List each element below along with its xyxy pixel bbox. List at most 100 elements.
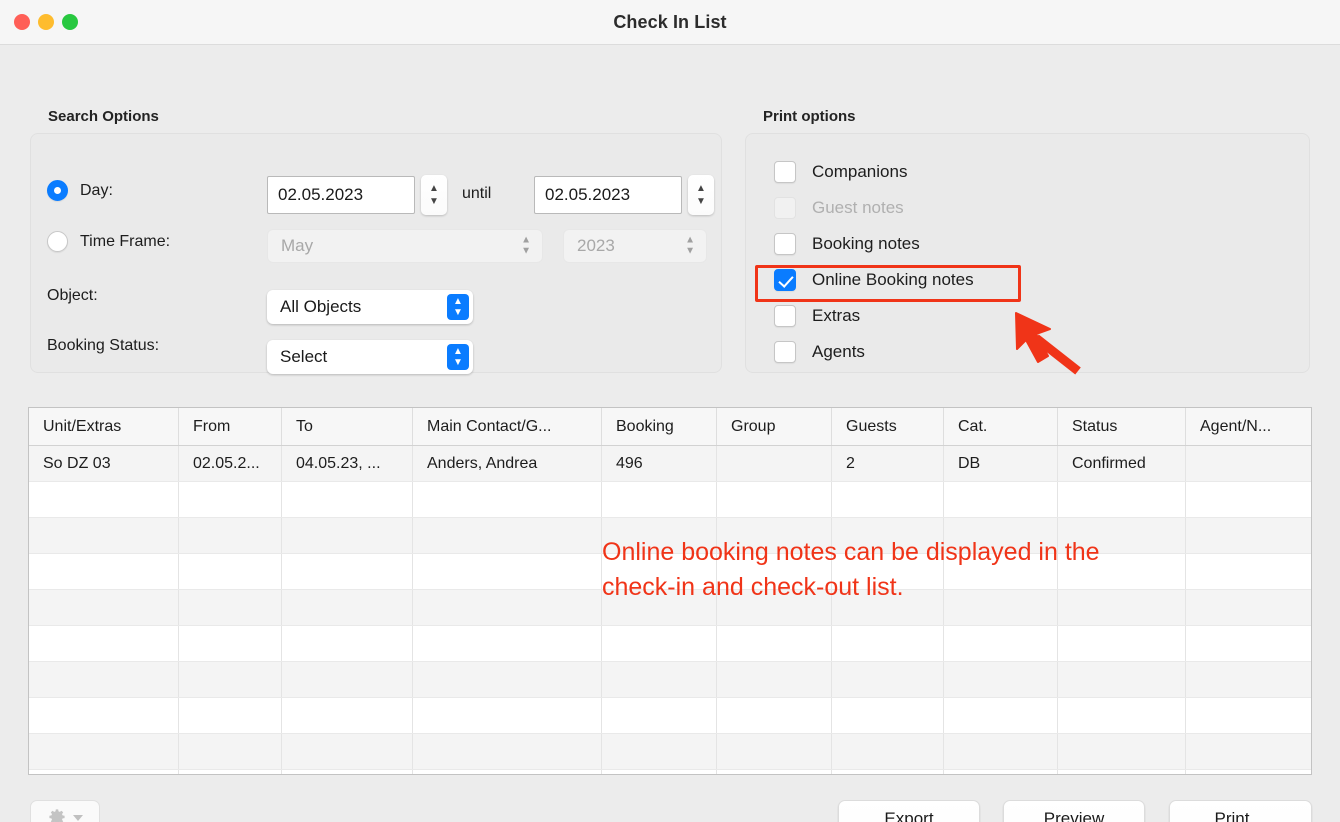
- table-cell-empty: [179, 734, 282, 769]
- date-from-input[interactable]: 02.05.2023: [267, 176, 415, 214]
- table-cell-empty: [282, 482, 413, 517]
- export-button[interactable]: Export: [838, 800, 980, 822]
- table-cell-empty: [282, 734, 413, 769]
- table-cell-empty: [29, 662, 179, 697]
- table-cell-empty: [282, 626, 413, 661]
- table-cell-empty: [1186, 590, 1311, 625]
- table-cell-empty: [413, 590, 602, 625]
- table-row-empty[interactable]: [29, 554, 1311, 590]
- window-titlebar: Check In List: [0, 0, 1340, 45]
- stepper-down-icon[interactable]: ▼: [696, 196, 706, 207]
- table-cell: 04.05.23, ...: [282, 446, 413, 481]
- table-cell-empty: [602, 698, 717, 733]
- stepper-up-icon[interactable]: ▲: [696, 183, 706, 194]
- date-from-stepper[interactable]: ▲ ▼: [421, 175, 447, 215]
- checkbox-agents[interactable]: [774, 341, 796, 363]
- print-option-row-agents[interactable]: Agents: [774, 334, 1309, 370]
- checkbox-extras[interactable]: [774, 305, 796, 327]
- stepper-down-icon[interactable]: ▼: [429, 196, 439, 207]
- table-row-empty[interactable]: [29, 698, 1311, 734]
- table-row[interactable]: So DZ 03 02.05.2... 04.05.23, ... Anders, A…: [29, 446, 1311, 482]
- table-row-empty[interactable]: [29, 662, 1311, 698]
- print-button[interactable]: Print…: [1169, 800, 1312, 822]
- print-option-label: Agents: [812, 342, 865, 361]
- table-cell-empty: [1058, 662, 1186, 697]
- table-cell-empty: [944, 626, 1058, 661]
- table-cell-empty: [602, 590, 717, 625]
- print-options-section: Print options Companions Guest notes Booki…: [745, 108, 1310, 373]
- checkbox-companions[interactable]: [774, 161, 796, 183]
- print-options-title: Print options: [763, 108, 856, 125]
- object-select-value: All Objects: [280, 297, 362, 316]
- table-column-header[interactable]: Status: [1058, 408, 1186, 445]
- chevron-up-down-icon[interactable]: ▲ ▼: [447, 344, 469, 370]
- preview-button[interactable]: Preview: [1003, 800, 1145, 822]
- table-column-header[interactable]: From: [179, 408, 282, 445]
- chevron-up-down-icon: ▲ ▼: [685, 234, 695, 257]
- table-cell-empty: [944, 662, 1058, 697]
- print-option-row-companions[interactable]: Companions: [774, 154, 1309, 190]
- table-row-empty[interactable]: [29, 734, 1311, 770]
- booking-status-select[interactable]: Select ▲ ▼: [267, 340, 473, 374]
- settings-menu-button[interactable]: [30, 800, 100, 822]
- chevron-up-down-icon[interactable]: ▲ ▼: [447, 294, 469, 320]
- date-to-input[interactable]: 02.05.2023: [534, 176, 682, 214]
- day-radio-row[interactable]: Day:: [47, 180, 113, 201]
- print-option-row-guest-notes: Guest notes: [774, 190, 1309, 226]
- month-select-value: May: [281, 236, 314, 255]
- table-cell-empty: [179, 482, 282, 517]
- search-options-panel: Day: Time Frame: 02.05.2023 ▲ ▼ until 02…: [30, 133, 722, 374]
- table-cell-empty: [29, 770, 179, 774]
- table-cell-empty: [717, 734, 832, 769]
- table-cell-empty: [179, 518, 282, 553]
- table-cell-empty: [413, 518, 602, 553]
- table-column-header[interactable]: Cat.: [944, 408, 1058, 445]
- date-to-stepper[interactable]: ▲ ▼: [688, 175, 714, 215]
- table-cell-empty: [413, 626, 602, 661]
- until-label: until: [462, 185, 492, 202]
- table-column-header[interactable]: Main Contact/G...: [413, 408, 602, 445]
- table-cell-empty: [1058, 698, 1186, 733]
- table-column-header[interactable]: Unit/Extras: [29, 408, 179, 445]
- stepper-up-icon[interactable]: ▲: [429, 183, 439, 194]
- table-column-header[interactable]: Agent/N...: [1186, 408, 1311, 445]
- day-radio-button[interactable]: [47, 180, 68, 201]
- table-cell-empty: [944, 518, 1058, 553]
- checkin-table[interactable]: Unit/Extras From To Main Contact/G... Bookin…: [28, 407, 1312, 775]
- table-cell: [717, 446, 832, 481]
- table-column-header[interactable]: Booking: [602, 408, 717, 445]
- checkbox-booking-notes[interactable]: [774, 233, 796, 255]
- table-cell-empty: [602, 770, 717, 774]
- table-cell-empty: [1186, 518, 1311, 553]
- gear-icon: [49, 809, 65, 822]
- table-cell-empty: [413, 770, 602, 774]
- table-cell-empty: [832, 482, 944, 517]
- table-cell-empty: [413, 482, 602, 517]
- table-cell-empty: [282, 698, 413, 733]
- table-cell-empty: [602, 518, 717, 553]
- time-frame-radio-button[interactable]: [47, 231, 68, 252]
- table-row-empty[interactable]: [29, 770, 1311, 774]
- table-row-empty[interactable]: [29, 590, 1311, 626]
- table-cell-empty: [1186, 734, 1311, 769]
- table-column-header[interactable]: To: [282, 408, 413, 445]
- table-column-header[interactable]: Group: [717, 408, 832, 445]
- print-option-row-extras[interactable]: Extras: [774, 298, 1309, 334]
- table-row-empty[interactable]: [29, 482, 1311, 518]
- print-option-row-online-booking-notes[interactable]: Online Booking notes: [774, 262, 1309, 298]
- print-option-row-booking-notes[interactable]: Booking notes: [774, 226, 1309, 262]
- table-cell-empty: [179, 662, 282, 697]
- checkbox-online-booking-notes[interactable]: [774, 269, 796, 291]
- table-cell-empty: [944, 734, 1058, 769]
- month-select: May ▲ ▼: [267, 229, 543, 263]
- table-row-empty[interactable]: [29, 626, 1311, 662]
- table-cell: [1186, 446, 1311, 481]
- table-cell-empty: [944, 554, 1058, 589]
- table-cell-empty: [602, 662, 717, 697]
- table-column-header[interactable]: Guests: [832, 408, 944, 445]
- time-frame-radio-row[interactable]: Time Frame:: [47, 231, 170, 252]
- table-cell-empty: [413, 662, 602, 697]
- table-row-empty[interactable]: [29, 518, 1311, 554]
- object-select[interactable]: All Objects ▲ ▼: [267, 290, 473, 324]
- table-cell-empty: [1058, 482, 1186, 517]
